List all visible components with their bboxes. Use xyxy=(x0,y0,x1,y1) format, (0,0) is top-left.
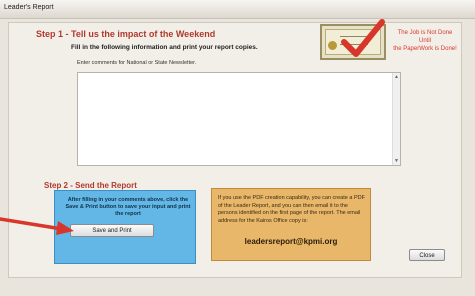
comments-box: ▲ ▼ xyxy=(77,72,401,166)
scroll-up-icon[interactable]: ▲ xyxy=(394,74,399,80)
slogan-line-3: the PaperWork is Done! xyxy=(393,46,457,52)
slogan-text: The Job is Not Done Until the PaperWork … xyxy=(380,29,470,53)
save-and-print-button[interactable]: Save and Print xyxy=(70,224,154,237)
certificate-seal-icon xyxy=(328,41,337,50)
slogan-line-2: Until xyxy=(418,38,431,44)
pdf-info-text: If you use the PDF creation capability, … xyxy=(218,195,365,224)
pdf-info-panel: If you use the PDF creation capability, … xyxy=(211,188,371,261)
email-address: leadersreport@kpmi.org xyxy=(244,237,338,246)
close-button[interactable]: Close xyxy=(409,249,445,261)
step1-subheading: Fill in the following information and pr… xyxy=(71,44,258,51)
red-arrow-icon xyxy=(0,217,74,235)
step2-heading: Step 2 - Send the Report xyxy=(44,181,137,190)
slogan-line-1: The Job is Not Done xyxy=(397,30,453,36)
save-instructions-text: After filling in your comments above, cl… xyxy=(65,197,191,217)
comments-label: Enter comments for National or State New… xyxy=(77,60,197,66)
step1-heading: Step 1 - Tell us the impact of the Weeke… xyxy=(36,29,216,39)
title-bar: Leader's Report xyxy=(0,0,475,19)
scroll-down-icon[interactable]: ▼ xyxy=(394,158,399,164)
window-title: Leader's Report xyxy=(4,4,54,11)
comments-textarea[interactable] xyxy=(78,73,394,165)
comments-scrollbar[interactable]: ▲ ▼ xyxy=(392,73,400,165)
